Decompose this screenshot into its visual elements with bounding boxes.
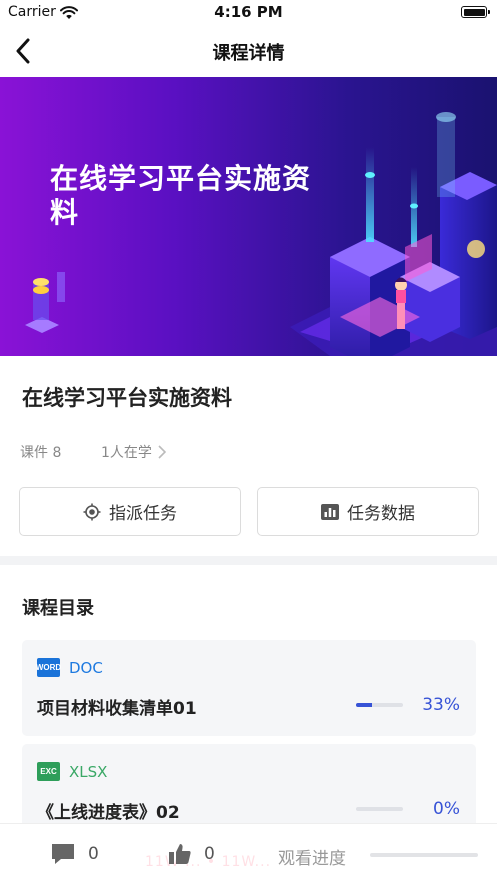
progress-percent: 0% — [433, 799, 460, 819]
like-button[interactable]: 0 — [168, 842, 215, 866]
progress-fill — [356, 703, 372, 707]
clock: 4:16 PM — [214, 3, 283, 21]
file-type: EXC XLSX — [37, 762, 107, 781]
learners-label: 1人在学 — [101, 445, 152, 461]
battery-icon — [461, 6, 490, 18]
learners-link[interactable]: 1人在学 — [101, 442, 166, 462]
course-title: 在线学习平台实施资料 — [22, 386, 232, 410]
like-count: 0 — [204, 844, 215, 864]
progress-bar — [356, 703, 403, 707]
file-item-doc[interactable]: WORD DOC 项目材料收集清单01 33% — [22, 640, 476, 736]
page-title: 课程详情 — [212, 43, 285, 64]
task-data-button[interactable]: 任务数据 — [257, 487, 479, 536]
bottom-bar: 11W ... • 11W... 0 0 观看进度 — [0, 823, 497, 883]
bar-chart-icon — [321, 503, 339, 520]
catalog-title: 课程目录 — [22, 598, 94, 619]
nav-bar: 课程详情 — [0, 26, 497, 76]
course-banner: 在线学习平台实施资料 — [0, 77, 497, 356]
assign-task-button[interactable]: 指派任务 — [19, 487, 241, 536]
excel-file-icon: EXC — [37, 762, 60, 781]
comment-icon — [52, 844, 74, 864]
chevron-right-icon — [158, 445, 166, 459]
lesson-count: 课件 8 — [20, 445, 62, 461]
watch-progress-bar — [370, 853, 478, 857]
status-bar: Carrier 4:16 PM — [0, 0, 497, 26]
comment-button[interactable]: 0 — [50, 842, 99, 866]
progress-bar — [356, 807, 403, 811]
comment-count: 0 — [88, 844, 99, 864]
task-data-label: 任务数据 — [347, 504, 415, 524]
target-icon — [83, 503, 101, 520]
progress-percent: 33% — [422, 695, 460, 715]
word-file-icon: WORD — [36, 658, 61, 677]
watch-progress-label: 观看进度 — [278, 849, 346, 869]
file-type: WORD DOC — [36, 658, 103, 677]
file-name: 《上线进度表》02 — [37, 803, 180, 823]
file-type-label: XLSX — [69, 762, 108, 781]
thumbs-up-icon — [169, 844, 191, 864]
file-type-label: DOC — [69, 658, 103, 677]
file-name: 项目材料收集清单01 — [37, 699, 197, 719]
banner-title: 在线学习平台实施资料 — [50, 162, 312, 229]
assign-task-label: 指派任务 — [109, 504, 177, 524]
section-divider — [0, 556, 497, 565]
